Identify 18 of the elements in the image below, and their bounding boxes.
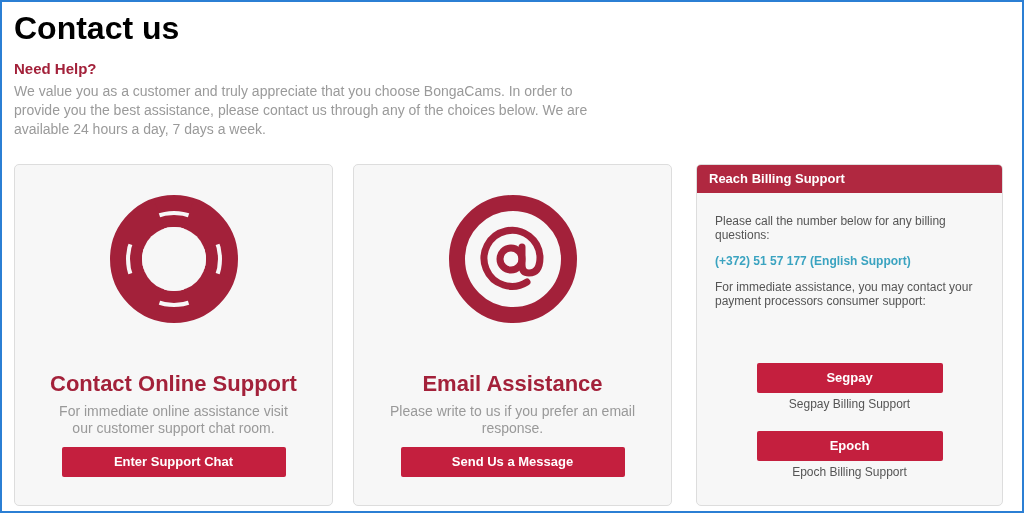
billing-text: Please call the number below for any billing questions: bbox=[715, 214, 947, 242]
processor-caption: Segpay Billing Support bbox=[788, 397, 911, 411]
action-button[interactable]: Enter Support Chat bbox=[61, 447, 286, 477]
billing-header: Reach Billing Support bbox=[697, 165, 1002, 193]
card-description: Please write to us if you prefer an email response. bbox=[388, 403, 637, 437]
action-button[interactable]: Send Us a Message bbox=[400, 447, 625, 477]
card-title: Email Assistance bbox=[422, 371, 603, 397]
card-description: For immediate online assistance visit our customer support chat room. bbox=[58, 403, 289, 437]
lifebuoy-icon bbox=[109, 195, 238, 323]
processor-button[interactable]: Segpay bbox=[756, 363, 943, 393]
section-heading: Need Help? bbox=[14, 60, 98, 78]
intro-text: We value you as a customer and truly appreciate that you choose BongaCams. In order to provide you the best assistance, please contact us through any of the choices below. We are available 24 hours a day, 7 days a week. bbox=[14, 82, 589, 139]
billing-note: For immediate assistance, you may contact your payment processors consumer support: bbox=[715, 280, 974, 308]
processor-caption: Epoch Billing Support bbox=[792, 465, 907, 479]
processor-button[interactable]: Epoch bbox=[756, 431, 943, 461]
at-sign-icon bbox=[448, 195, 577, 323]
card-title: Contact Online Support bbox=[50, 371, 297, 397]
page-title: Contact us bbox=[14, 9, 181, 48]
